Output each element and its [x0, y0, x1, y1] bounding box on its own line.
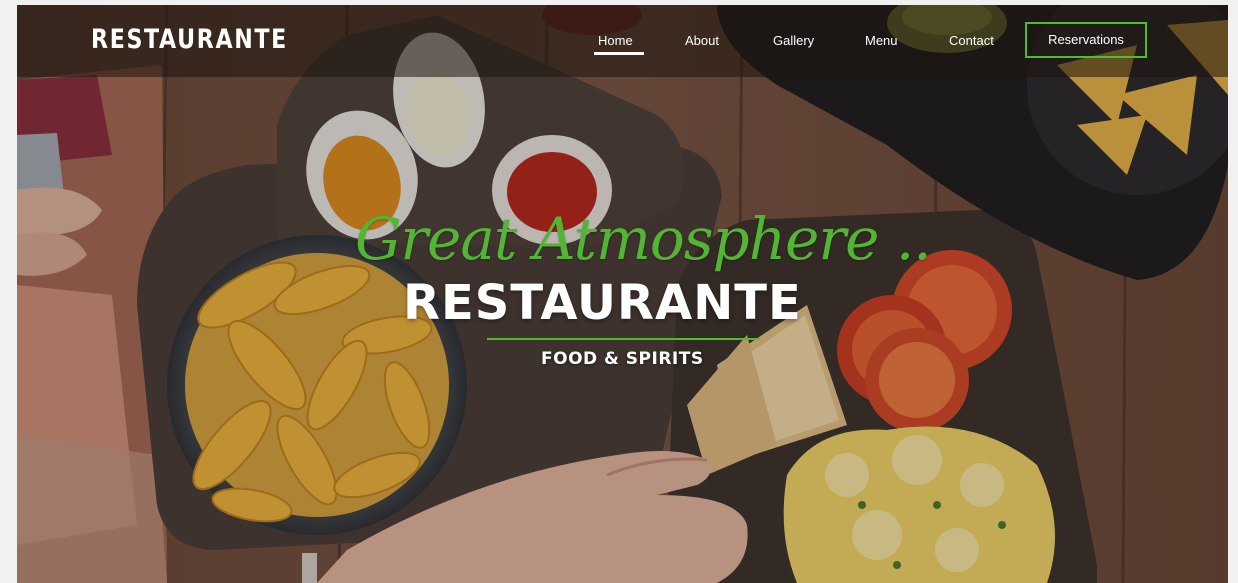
hero-divider — [487, 338, 760, 340]
hero-subtitle: FOOD & SPIRITS — [541, 349, 704, 369]
hero-script-heading: Great Atmosphere .. — [355, 205, 932, 273]
active-nav-indicator — [594, 52, 644, 55]
site-logo[interactable]: RESTAURANTE — [91, 24, 288, 55]
top-navbar: RESTAURANTE Home About Gallery Menu Cont… — [17, 5, 1228, 77]
reservations-button[interactable]: Reservations — [1025, 22, 1147, 58]
nav-link-gallery[interactable]: Gallery — [773, 33, 814, 48]
nav-link-home[interactable]: Home — [598, 33, 633, 48]
hero-section: RESTAURANTE Home About Gallery Menu Cont… — [17, 5, 1228, 583]
hero-title: RESTAURANTE — [403, 275, 802, 331]
nav-link-contact[interactable]: Contact — [949, 33, 994, 48]
nav-link-about[interactable]: About — [685, 33, 719, 48]
nav-link-menu[interactable]: Menu — [865, 33, 898, 48]
